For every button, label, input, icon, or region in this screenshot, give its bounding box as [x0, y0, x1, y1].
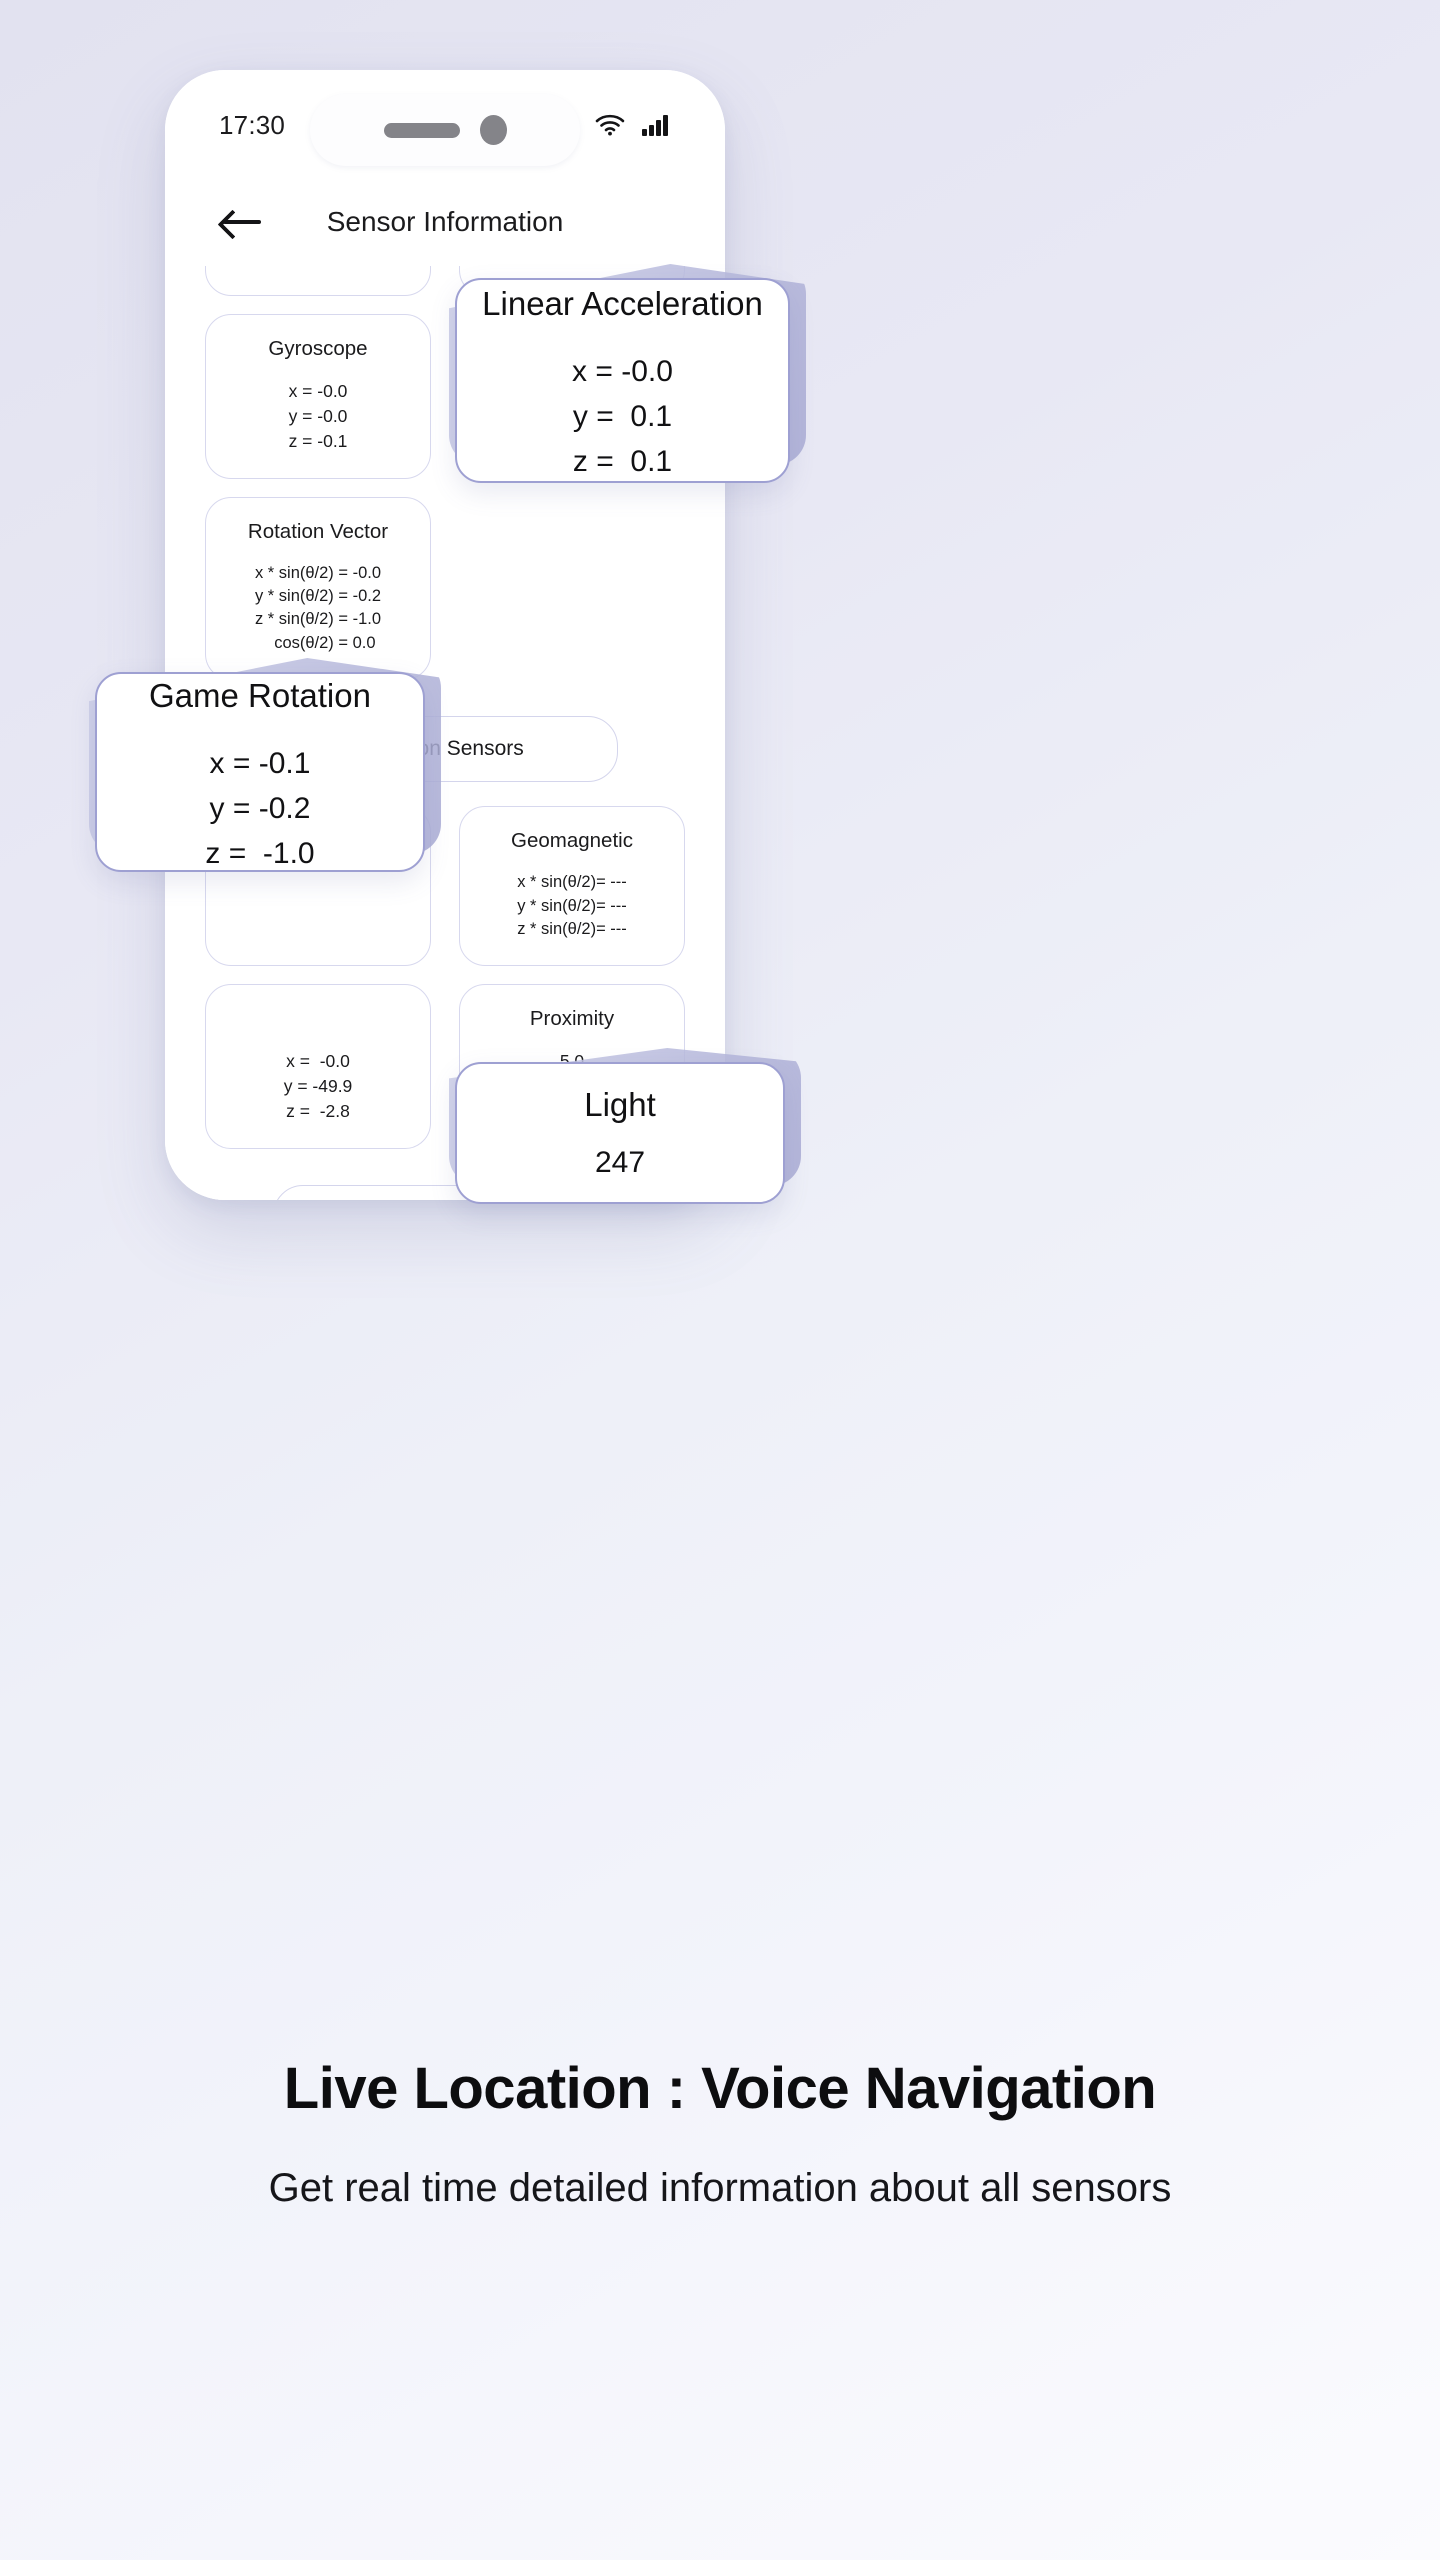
phone-screen: 17:30 Sensor Information Gyroscope x = -… [165, 70, 725, 1200]
callout-linear-acceleration[interactable]: Linear Acceleration x = -0.0 y = 0.1 z =… [449, 264, 806, 483]
sensor-card-rotation-vector[interactable]: Rotation Vector x * sin(θ/2) = -0.0 y * … [205, 496, 431, 681]
back-arrow-icon[interactable] [219, 207, 263, 237]
card-title: Gyroscope [268, 337, 368, 360]
sensor-card-geomagnetic[interactable]: Geomagnetic x * sin(θ/2)= --- y * sin(θ/… [459, 806, 685, 967]
callout-title: Game Rotation [149, 676, 371, 714]
card-title: Rotation Vector [247, 519, 389, 543]
phone-mockup: 17:30 Sensor Information Gyroscope x = -… [165, 70, 725, 1200]
sensor-card-magnetic-field[interactable]: Magnetic Field x = -0.0 y = -49.9 z = -2… [205, 984, 431, 1150]
callout-light[interactable]: Light 247 [449, 1048, 801, 1204]
callout-title: Linear Acceleration [482, 285, 763, 322]
promo-section: Live Location : Voice Navigation Get rea… [0, 2055, 1440, 2217]
card-values: x = -0.0 y = -49.9 z = -2.8 [283, 1051, 353, 1122]
sensor-card-partial-left[interactable] [205, 266, 431, 296]
promo-subline: Get real time detailed information about… [268, 2166, 1172, 2210]
card-values: x * sin(θ/2)= --- y * sin(θ/2)= --- z * … [517, 873, 627, 939]
card-values: x * sin(θ/2) = -0.0 y * sin(θ/2) = -0.2 … [254, 563, 382, 652]
callout-game-rotation[interactable]: Game Rotation x = -0.1 y = -0.2 z = -1.0 [89, 658, 441, 872]
dynamic-island [310, 94, 580, 166]
callout-body: Light 247 [455, 1062, 785, 1204]
status-time: 17:30 [219, 109, 286, 140]
app-bar: Sensor Information [165, 180, 725, 264]
card-values: x = -0.0 y = -0.0 z = -0.1 [288, 381, 348, 451]
cellular-signal-icon [642, 115, 668, 136]
callout-values: x = -0.1 y = -0.2 z = -1.0 [205, 746, 315, 870]
callout-values: 247 [594, 1146, 646, 1179]
callout-title: Light [584, 1086, 656, 1123]
sensor-card-gyroscope[interactable]: Gyroscope x = -0.0 y = -0.0 z = -0.1 [205, 314, 431, 479]
card-title: Proximity [529, 1007, 615, 1031]
front-camera [479, 115, 507, 145]
promo-headline: Live Location : Voice Navigation [283, 2056, 1157, 2121]
status-icons [595, 113, 671, 137]
earpiece-speaker [383, 122, 460, 138]
callout-body: Game Rotation x = -0.1 y = -0.2 z = -1.0 [95, 672, 425, 872]
callout-body: Linear Acceleration x = -0.0 y = 0.1 z =… [455, 278, 790, 483]
motion-sensor-row-2: Rotation Vector x * sin(θ/2) = -0.0 y * … [205, 496, 685, 681]
wifi-icon [595, 114, 625, 136]
card-title: Geomagnetic [511, 829, 633, 853]
callout-values: x = -0.0 y = 0.1 z = 0.1 [572, 355, 673, 478]
